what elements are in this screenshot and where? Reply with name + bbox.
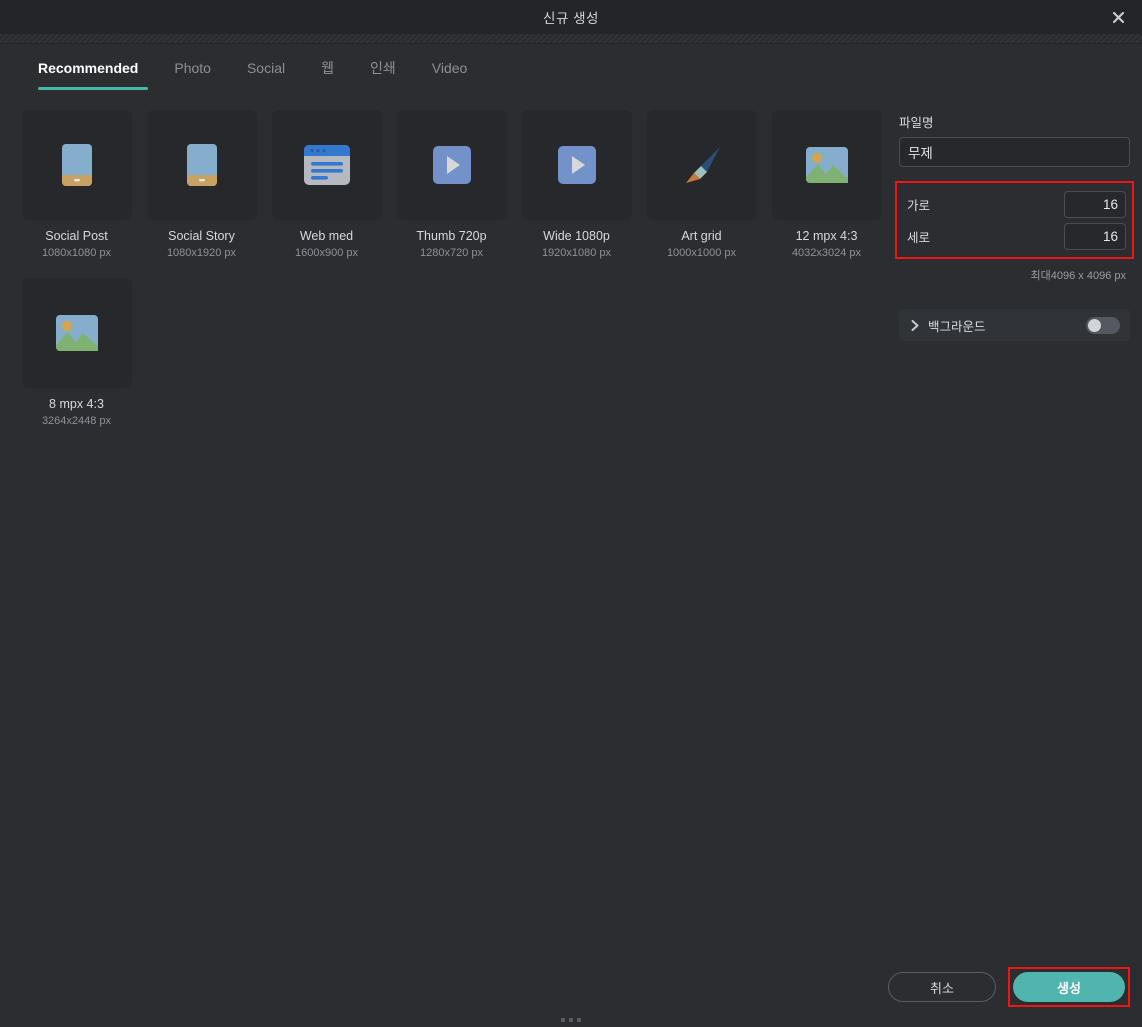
height-row: 세로 [897, 221, 1128, 251]
category-tabs: Recommended Photo Social 웹 인쇄 Video [0, 44, 1142, 102]
browser-window-icon [303, 145, 350, 185]
tab-print[interactable]: 인쇄 [352, 58, 414, 90]
template-dimensions: 1600x900 px [295, 247, 358, 259]
width-label: 가로 [907, 198, 931, 213]
height-label: 세로 [907, 230, 931, 245]
template-dimensions: 1920x1080 px [541, 247, 612, 259]
dialog-titlebar: 신규 생성 [0, 0, 1142, 34]
template-card-thumb-720p[interactable]: Thumb 720p 1280x720 px [389, 110, 514, 260]
template-name: Social Story [168, 229, 235, 243]
tab-social[interactable]: Social [229, 58, 303, 90]
template-name: Web med [299, 229, 354, 243]
phone-portrait-icon [61, 144, 92, 186]
template-name: 12 mpx 4:3 [795, 229, 858, 243]
dialog-footer: 취소 생성 [0, 961, 1142, 1027]
template-dimensions: 3264x2448 px [41, 415, 112, 427]
template-name: Social Post [45, 229, 108, 243]
cancel-button[interactable]: 취소 [888, 972, 996, 1002]
landscape-photo-icon [55, 315, 98, 351]
filename-label: 파일명 [899, 116, 934, 130]
tab-recommended[interactable]: Recommended [32, 58, 156, 90]
template-thumbnail [521, 110, 632, 220]
background-label: 백그라운드 [928, 319, 986, 334]
document-settings-panel: 파일명 가로 세로 최대4096 x 4096 px [893, 102, 1142, 961]
new-document-dialog: 신규 생성 Recommended Photo Social 웹 인쇄 Vide… [0, 0, 1142, 1027]
filename-input[interactable] [899, 137, 1130, 167]
template-name: Wide 1080p [543, 229, 610, 243]
tab-web[interactable]: 웹 [303, 58, 352, 90]
template-thumbnail [646, 110, 757, 220]
template-dimensions: 1000x1000 px [666, 247, 737, 259]
template-thumbnail [146, 110, 257, 220]
titlebar-hatch-separator [0, 34, 1142, 44]
height-input[interactable] [1064, 222, 1126, 250]
create-button[interactable]: 생성 [1013, 972, 1125, 1002]
template-thumbnail [21, 278, 132, 388]
template-card-web-med[interactable]: Web med 1600x900 px [264, 110, 389, 260]
dimensions-group-highlight: 가로 세로 [895, 181, 1134, 259]
template-dimensions: 1280x720 px [420, 247, 483, 259]
video-play-icon [432, 146, 471, 184]
template-dimensions: 1080x1920 px [166, 247, 237, 259]
template-card-social-story[interactable]: Social Story 1080x1920 px [139, 110, 264, 260]
template-card-art-grid[interactable]: Art grid 1000x1000 px [639, 110, 764, 260]
close-icon[interactable] [1104, 3, 1132, 31]
template-card-8mpx-4-3[interactable]: 8 mpx 4:3 3264x2448 px [14, 278, 139, 428]
template-name: 8 mpx 4:3 [49, 397, 104, 411]
dialog-body: Social Post 1080x1080 px Social Story 10… [0, 102, 1142, 961]
template-thumbnail [396, 110, 507, 220]
template-thumbnail [771, 110, 882, 220]
width-row: 가로 [897, 189, 1128, 219]
video-play-icon [557, 146, 596, 184]
dialog-title: 신규 생성 [543, 11, 599, 26]
chevron-right-icon [911, 319, 920, 331]
template-dimensions: 1080x1080 px [41, 247, 112, 259]
template-card-wide-1080p[interactable]: Wide 1080p 1920x1080 px [514, 110, 639, 260]
template-gallery: Social Post 1080x1080 px Social Story 10… [0, 102, 893, 961]
background-toggle[interactable] [1086, 316, 1120, 334]
max-size-hint: 최대4096 x 4096 px [1030, 270, 1126, 282]
template-card-social-post[interactable]: Social Post 1080x1080 px [14, 110, 139, 260]
width-input[interactable] [1064, 190, 1126, 218]
template-card-12mpx-4-3[interactable]: 12 mpx 4:3 4032x3024 px [764, 110, 889, 260]
tab-photo[interactable]: Photo [156, 58, 229, 90]
template-name: Thumb 720p [416, 229, 487, 243]
create-button-highlight: 생성 [1008, 967, 1130, 1007]
tab-video[interactable]: Video [414, 58, 486, 90]
template-name: Art grid [681, 229, 722, 243]
paintbrush-icon [685, 147, 720, 183]
template-thumbnail [271, 110, 382, 220]
landscape-photo-icon [805, 147, 848, 183]
template-thumbnail [21, 110, 132, 220]
background-section-header[interactable]: 백그라운드 [899, 309, 1130, 341]
resize-grip-icon[interactable] [561, 1018, 581, 1022]
template-dimensions: 4032x3024 px [791, 247, 862, 259]
phone-portrait-icon [186, 144, 217, 186]
